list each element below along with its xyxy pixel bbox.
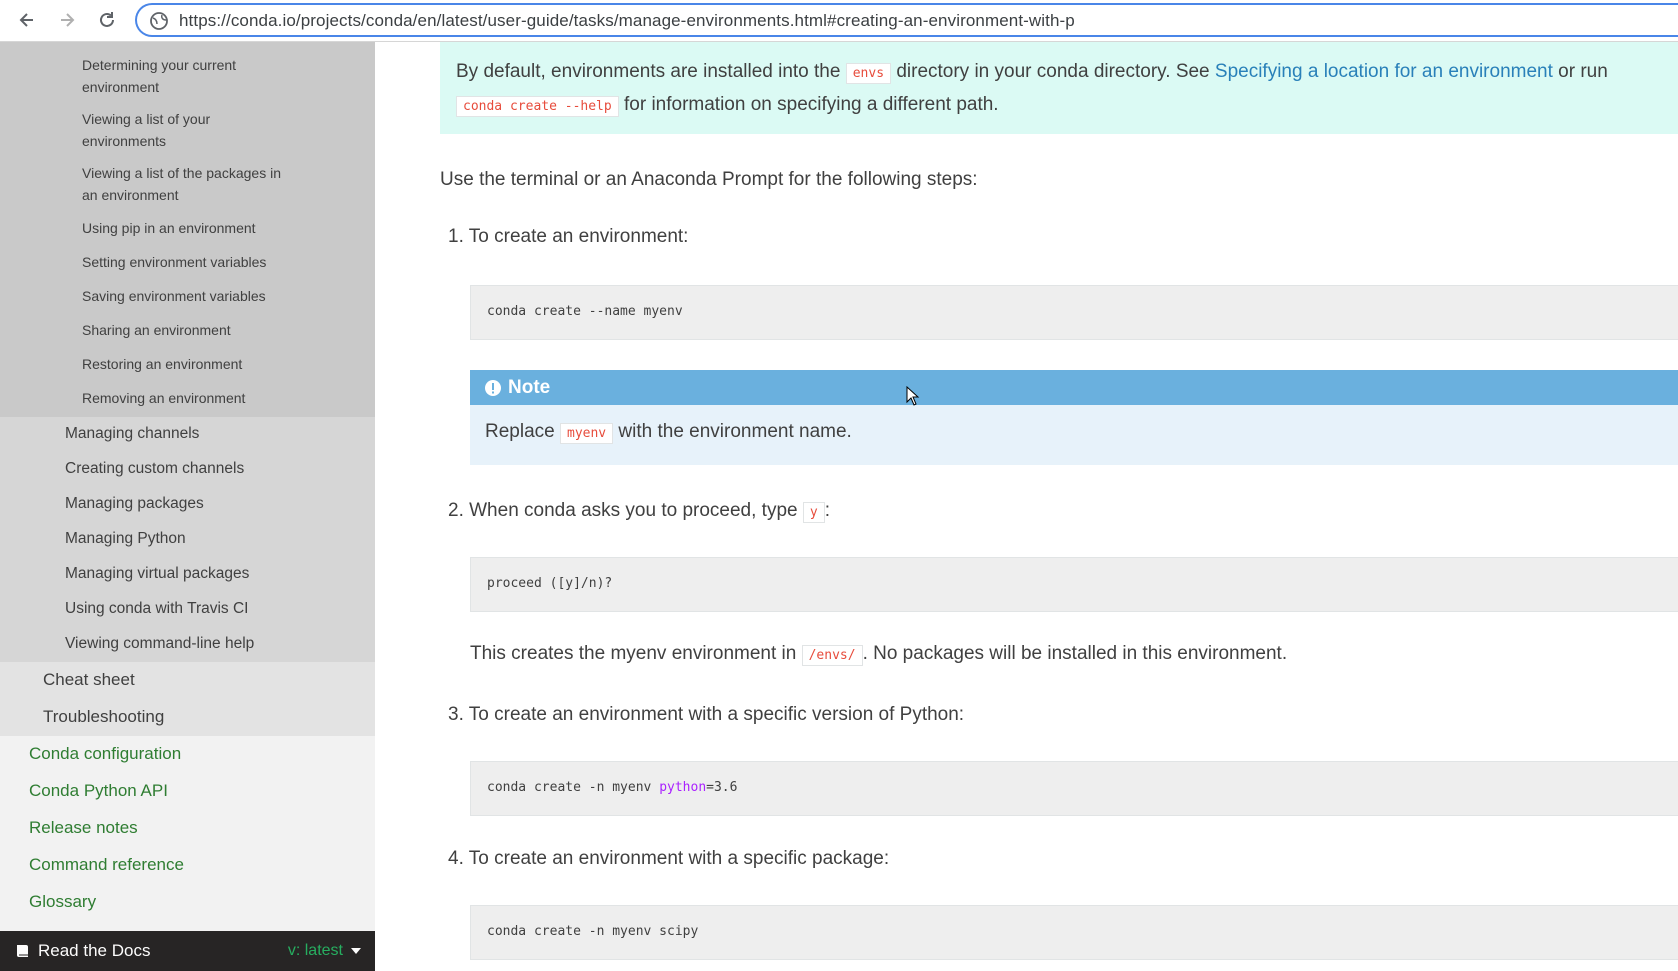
sidebar-item-cheat-sheet[interactable]: Cheat sheet bbox=[0, 662, 375, 699]
sidebar-item-managing-packages[interactable]: Managing packages bbox=[0, 487, 375, 522]
back-button[interactable] bbox=[12, 5, 42, 35]
sidebar-level3-group: Determining your current environment Vie… bbox=[0, 42, 375, 417]
code-block-create-env: conda create --name myenv bbox=[470, 285, 1678, 340]
sidebar-item-travis-ci[interactable]: Using conda with Travis CI bbox=[0, 592, 375, 627]
code-prefix: conda create -n myenv bbox=[487, 780, 660, 795]
exclamation-circle-icon bbox=[485, 379, 501, 396]
sidebar-nav: Determining your current environment Vie… bbox=[0, 42, 375, 971]
myenv-code: myenv bbox=[560, 423, 614, 444]
sidebar-item-using-pip[interactable]: Using pip in an environment bbox=[0, 217, 375, 239]
version-label: v: latest bbox=[287, 942, 343, 959]
sidebar-top-group: Conda configuration Conda Python API Rel… bbox=[0, 736, 375, 921]
step-2-suffix: : bbox=[824, 500, 830, 521]
reload-icon bbox=[100, 12, 114, 27]
sidebar-item-saving-env-vars[interactable]: Saving environment variables bbox=[0, 285, 375, 307]
creates-text: This creates the myenv environment in bbox=[470, 643, 802, 664]
envs-path-code: /envs/ bbox=[801, 645, 863, 666]
mouse-cursor-icon bbox=[906, 386, 920, 406]
note-title: Note bbox=[508, 376, 551, 398]
intro-admonition: By default, environments are installed i… bbox=[440, 42, 1678, 134]
sidebar-item-troubleshooting[interactable]: Troubleshooting bbox=[0, 699, 375, 736]
url-text[interactable]: https://conda.io/projects/conda/en/lates… bbox=[179, 11, 1075, 31]
sidebar-item-glossary[interactable]: Glossary bbox=[0, 884, 375, 921]
note-title-bar: Note bbox=[470, 370, 1678, 405]
forward-button[interactable] bbox=[52, 5, 82, 35]
step-2-label: 2. When conda asks you to proceed, type bbox=[448, 500, 803, 521]
sidebar-item-setting-env-vars[interactable]: Setting environment variables bbox=[0, 251, 375, 273]
sidebar-item-sharing-env[interactable]: Sharing an environment bbox=[0, 319, 375, 341]
sidebar-item-restoring-env[interactable]: Restoring an environment bbox=[0, 353, 375, 375]
conda-create-help-code: conda create --help bbox=[456, 96, 619, 117]
intro-text: directory in your conda directory. See bbox=[891, 61, 1215, 82]
sidebar-item-release-notes[interactable]: Release notes bbox=[0, 810, 375, 847]
step-4-text: 4. To create an environment with a speci… bbox=[448, 848, 890, 869]
sidebar-item-conda-configuration[interactable]: Conda configuration bbox=[0, 736, 375, 773]
sidebar-item-command-line-help[interactable]: Viewing command-line help bbox=[0, 627, 375, 662]
reload-button[interactable] bbox=[92, 5, 122, 35]
sidebar-item-virtual-packages[interactable]: Managing virtual packages bbox=[0, 557, 375, 592]
intro-text: or run bbox=[1552, 61, 1608, 82]
note-text: with the environment name. bbox=[613, 421, 852, 442]
rtd-label: Read the Docs bbox=[38, 941, 151, 960]
envs-code: envs bbox=[845, 63, 892, 84]
note-admonition: Note Replace myenv with the environment … bbox=[470, 370, 1678, 465]
note-body: Replace myenv with the environment name. bbox=[470, 405, 1678, 459]
code-block-create-scipy: conda create -n myenv scipy bbox=[470, 905, 1678, 960]
creates-env-text: This creates the myenv environment in /e… bbox=[470, 643, 1288, 666]
sidebar-item-conda-python-api[interactable]: Conda Python API bbox=[0, 773, 375, 810]
address-bar[interactable]: https://conda.io/projects/conda/en/lates… bbox=[135, 3, 1678, 37]
arrow-right-icon bbox=[61, 13, 75, 27]
code-block-create-python: conda create -n myenv python=3.6 bbox=[470, 761, 1678, 816]
sidebar-item-removing-env[interactable]: Removing an environment bbox=[0, 387, 375, 409]
sidebar-level1-group: Cheat sheet Troubleshooting bbox=[0, 662, 375, 736]
browser-toolbar: https://conda.io/projects/conda/en/lates… bbox=[0, 0, 1678, 42]
site-info-icon[interactable] bbox=[149, 11, 169, 31]
note-text: Replace bbox=[485, 421, 560, 442]
use-terminal-text: Use the terminal or an Anaconda Prompt f… bbox=[440, 169, 978, 190]
code-block-proceed: proceed ([y]/n)? bbox=[470, 557, 1678, 612]
book-icon bbox=[17, 945, 28, 957]
read-the-docs-bar[interactable]: Read the Docs v: latest bbox=[0, 931, 375, 971]
y-code: y bbox=[802, 502, 825, 523]
code-suffix: =3.6 bbox=[706, 780, 738, 795]
intro-text: By default, environments are installed i… bbox=[456, 61, 846, 82]
specifying-location-link[interactable]: Specifying a location for an environment bbox=[1215, 61, 1553, 82]
sidebar-item-custom-channels[interactable]: Creating custom channels bbox=[0, 452, 375, 487]
sidebar-item-viewing-packages[interactable]: Viewing a list of the packages in an env… bbox=[0, 162, 375, 206]
arrow-left-icon bbox=[19, 13, 33, 27]
sidebar-level2-group: Managing channels Creating custom channe… bbox=[0, 417, 375, 662]
sidebar-item-managing-python[interactable]: Managing Python bbox=[0, 522, 375, 557]
step-2-text: 2. When conda asks you to proceed, type … bbox=[448, 500, 830, 523]
code-keyword: python bbox=[659, 780, 707, 795]
sidebar-item-managing-channels[interactable]: Managing channels bbox=[0, 417, 375, 452]
sidebar-item-determining-current-env[interactable]: Determining your current environment bbox=[0, 54, 375, 98]
sidebar-item-command-reference[interactable]: Command reference bbox=[0, 847, 375, 884]
caret-down-icon bbox=[351, 948, 361, 954]
version-selector[interactable]: v: latest bbox=[288, 942, 361, 960]
creates-text: . No packages will be installed in this … bbox=[862, 643, 1288, 664]
sidebar-item-viewing-env-list[interactable]: Viewing a list of your environments bbox=[0, 108, 375, 152]
step-1-text: 1. To create an environment: bbox=[448, 226, 689, 247]
intro-text: for information on specifying a differen… bbox=[618, 94, 999, 115]
main-content: By default, environments are installed i… bbox=[375, 42, 1678, 971]
step-3-text: 3. To create an environment with a speci… bbox=[448, 704, 965, 725]
